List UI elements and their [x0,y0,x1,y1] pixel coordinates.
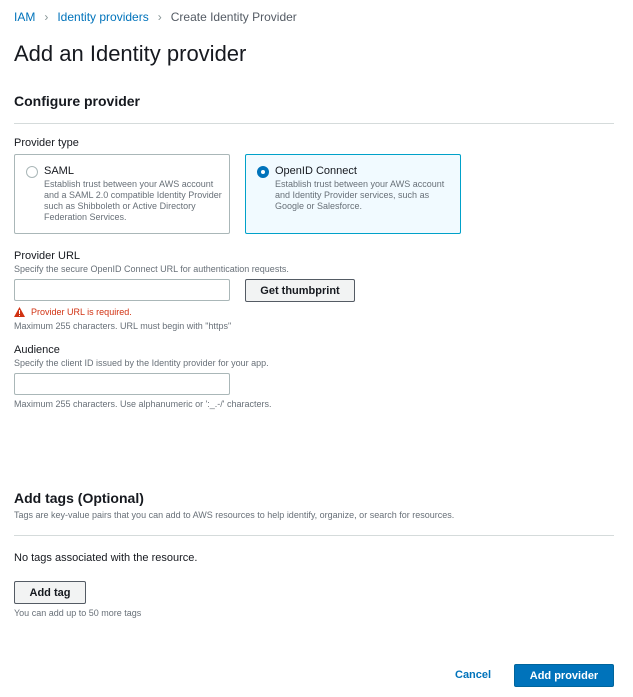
provider-url-error: Provider URL is required. [14,307,132,317]
audience-description: Specify the client ID issued by the Iden… [14,358,269,368]
provider-type-label: Provider type [14,137,79,149]
configure-provider-heading: Configure provider [14,93,141,109]
audience-constraint: Maximum 255 characters. Use alphanumeric… [14,399,272,409]
add-tags-heading: Add tags (Optional) [14,490,144,506]
cancel-button[interactable]: Cancel [455,669,491,681]
openid-title: OpenID Connect [275,165,357,177]
add-tag-button[interactable]: Add tag [14,581,86,604]
openid-description: Establish trust between your AWS account… [275,179,445,211]
chevron-right-icon: › [157,10,162,24]
openid-radio[interactable] [257,166,269,178]
get-thumbprint-button[interactable]: Get thumbprint [245,279,355,302]
chevron-right-icon: › [44,10,49,24]
tags-description: Tags are key-value pairs that you can ad… [14,510,455,520]
audience-label: Audience [14,344,60,356]
provider-url-constraint: Maximum 255 characters. URL must begin w… [14,321,232,331]
section-divider [14,535,614,536]
audience-input[interactable] [14,373,230,395]
provider-url-error-text: Provider URL is required. [31,307,132,317]
breadcrumb: IAM › Identity providers › Create Identi… [14,10,297,24]
breadcrumb-identity-providers[interactable]: Identity providers [57,10,148,24]
provider-url-input[interactable] [14,279,230,301]
page-title: Add an Identity provider [14,41,247,66]
section-divider [14,123,614,124]
breadcrumb-iam[interactable]: IAM [14,10,35,24]
add-provider-button[interactable]: Add provider [514,664,614,687]
saml-description: Establish trust between your AWS account… [44,179,222,222]
provider-url-description: Specify the secure OpenID Connect URL fo… [14,264,289,274]
breadcrumb-current: Create Identity Provider [170,10,297,24]
provider-type-saml-card[interactable]: SAML Establish trust between your AWS ac… [14,154,230,234]
saml-radio[interactable] [26,166,38,178]
saml-title: SAML [44,165,74,177]
tags-remaining-text: You can add up to 50 more tags [14,608,142,618]
no-tags-text: No tags associated with the resource. [14,552,198,564]
provider-type-openid-card[interactable]: OpenID Connect Establish trust between y… [245,154,461,234]
provider-url-label: Provider URL [14,250,81,262]
warning-icon [14,307,25,317]
